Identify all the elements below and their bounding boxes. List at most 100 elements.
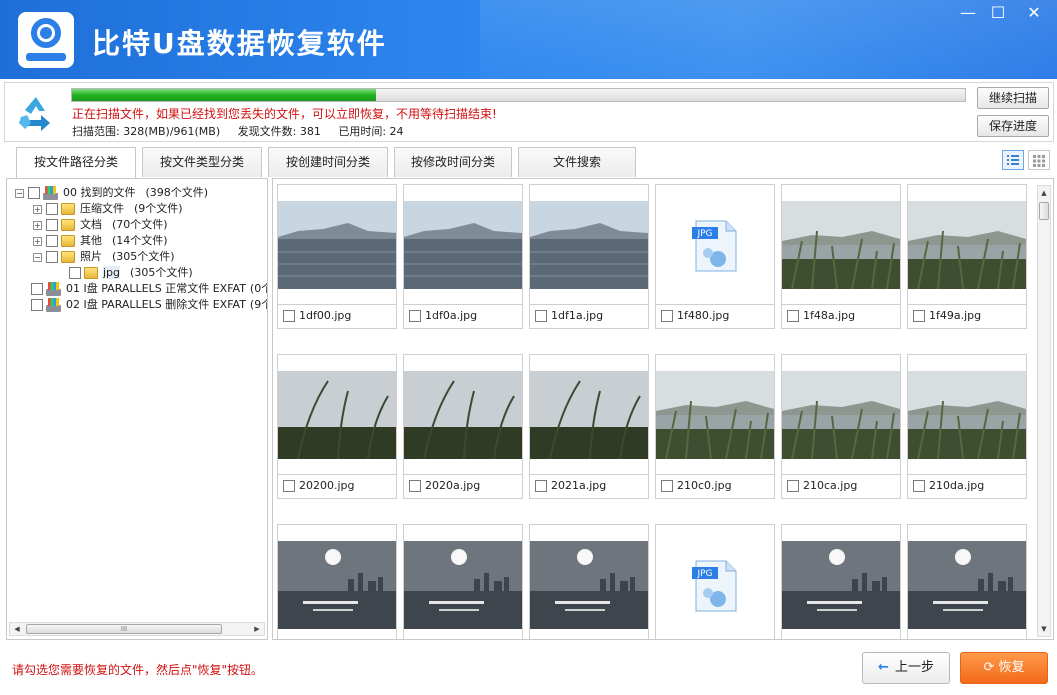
previous-step-button[interactable]: ← 上一步 (862, 652, 950, 684)
thumbnail-image (908, 541, 1026, 629)
thumbnail-caption: 210da.jpg (908, 474, 1026, 498)
tree-checkbox[interactable] (46, 203, 58, 215)
collapse-icon[interactable]: − (15, 188, 24, 198)
thumbnail-image (782, 201, 900, 289)
file-checkbox[interactable] (283, 480, 295, 492)
maximize-button[interactable]: ☐ (982, 2, 1014, 24)
list-view-button[interactable] (1002, 150, 1024, 170)
file-checkbox[interactable] (283, 310, 295, 322)
tree-checkbox[interactable] (31, 283, 43, 295)
jpg-badge: JPG (696, 569, 712, 579)
thumbnail-item[interactable]: 210da.jpg (907, 354, 1027, 499)
thumbnail-image (404, 371, 522, 459)
tree-node-found-files[interactable]: −00 找到的文件 (398个文件) (15, 185, 208, 201)
thumbnail-item[interactable]: 20200.jpg (277, 354, 397, 499)
tree-node-jpg[interactable]: jpg (305个文件) (69, 265, 193, 281)
thumbnail-image (530, 541, 648, 629)
thumbnail-item[interactable] (781, 524, 901, 639)
thumbnail-caption: 1df1a.jpg (530, 304, 648, 328)
tab-by-created[interactable]: 按创建时间分类 (268, 147, 388, 177)
thumbnail-image (404, 201, 522, 289)
thumbnail-view-button[interactable] (1028, 150, 1050, 170)
file-name: 210c0.jpg (677, 479, 732, 492)
thumbnail-item[interactable] (907, 524, 1027, 639)
thumbnail-image (278, 371, 396, 459)
collapse-icon[interactable]: − (33, 252, 42, 262)
continue-scan-button[interactable]: 继续扫描 (977, 87, 1049, 109)
close-button[interactable]: ✕ (1018, 2, 1050, 24)
thumbnail-image (656, 371, 774, 459)
tab-by-modified[interactable]: 按修改时间分类 (394, 147, 512, 177)
thumbnail-grid-panel: 1df00.jpg 1df0a.jpg 1df1a.jpg JPG 1f480.jpg 1… (272, 178, 1054, 640)
thumbnail-item[interactable]: JPG 1f480.jpg (655, 184, 775, 329)
tree-checkbox[interactable] (46, 251, 58, 263)
thumbnail-caption: 1df00.jpg (278, 304, 396, 328)
thumbnail-item[interactable]: 2021a.jpg (529, 354, 649, 499)
thumbnail-item[interactable]: 1df0a.jpg (403, 184, 523, 329)
thumbnail-caption: 1f48a.jpg (782, 304, 900, 328)
tree-node-documents[interactable]: + 文档 (70个文件) (33, 217, 168, 233)
thumbnail-item[interactable]: 1df1a.jpg (529, 184, 649, 329)
scroll-up-icon[interactable]: ▲ (1038, 186, 1050, 200)
file-name: 210da.jpg (929, 479, 985, 492)
tree-node-other[interactable]: + 其他 (14个文件) (33, 233, 168, 249)
thumbnail-item[interactable]: 1f48a.jpg (781, 184, 901, 329)
thumbnail-item[interactable]: 2020a.jpg (403, 354, 523, 499)
thumbnail-item[interactable]: 210c0.jpg (655, 354, 775, 499)
thumbnail-image (404, 541, 522, 629)
tree-node-archives[interactable]: + 压缩文件 (9个文件) (33, 201, 183, 217)
file-checkbox[interactable] (409, 480, 421, 492)
file-checkbox[interactable] (661, 480, 673, 492)
thumbnail-item[interactable]: 1f49a.jpg (907, 184, 1027, 329)
file-checkbox[interactable] (913, 480, 925, 492)
drive-icon (46, 298, 61, 312)
thumbnail-item[interactable]: 210ca.jpg (781, 354, 901, 499)
scroll-down-icon[interactable]: ▼ (1038, 622, 1050, 636)
tree-horizontal-scrollbar[interactable]: ◀ III ▶ (9, 622, 265, 636)
file-name: 20200.jpg (299, 479, 355, 492)
thumbnail-caption: 2021a.jpg (530, 474, 648, 498)
scroll-thumb[interactable]: III (26, 624, 222, 634)
tree-checkbox[interactable] (28, 187, 40, 199)
file-checkbox[interactable] (535, 310, 547, 322)
tree-checkbox[interactable] (31, 299, 43, 311)
scroll-thumb[interactable] (1039, 202, 1049, 220)
expand-icon[interactable]: + (33, 204, 42, 214)
tab-by-type[interactable]: 按文件类型分类 (142, 147, 262, 177)
folder-tree-panel: −00 找到的文件 (398个文件) + 压缩文件 (9个文件) + 文档 (70个文件)… (6, 178, 268, 640)
tree-node-deleted-files[interactable]: 02 I盘 PARALLELS 删除文件 EXFAT(9个 (31, 297, 267, 313)
file-checkbox[interactable] (787, 310, 799, 322)
thumbnail-item[interactable]: 1df00.jpg (277, 184, 397, 329)
thumbnail-item[interactable]: JPG (655, 524, 775, 639)
scan-progress-fill (72, 89, 376, 101)
scroll-left-icon[interactable]: ◀ (10, 623, 24, 635)
tab-by-path[interactable]: 按文件路径分类 (16, 147, 136, 178)
thumbnail-item[interactable] (529, 524, 649, 639)
tab-file-search[interactable]: 文件搜索 (518, 147, 636, 177)
scroll-right-icon[interactable]: ▶ (250, 623, 264, 635)
file-checkbox[interactable] (661, 310, 673, 322)
minimize-button[interactable]: — (952, 2, 984, 24)
restore-icon: ⟳ (983, 660, 995, 675)
expand-icon[interactable]: + (33, 236, 42, 246)
grid-vertical-scrollbar[interactable]: ▲ ▼ (1037, 185, 1051, 637)
file-checkbox[interactable] (535, 480, 547, 492)
tree-checkbox[interactable] (46, 235, 58, 247)
tree-node-normal-files[interactable]: 01 I盘 PARALLELS 正常文件 EXFAT(0个 (31, 281, 267, 297)
folder-icon (61, 219, 75, 231)
file-checkbox[interactable] (787, 480, 799, 492)
tree-checkbox[interactable] (69, 267, 81, 279)
save-progress-button[interactable]: 保存进度 (977, 115, 1049, 137)
expand-icon[interactable]: + (33, 220, 42, 230)
tree-node-photos[interactable]: − 照片 (305个文件) (33, 249, 175, 265)
file-name: 1f49a.jpg (929, 309, 982, 322)
thumbnail-item[interactable] (277, 524, 397, 639)
thumbnail-item[interactable] (403, 524, 523, 639)
file-checkbox[interactable] (913, 310, 925, 322)
folder-icon (84, 267, 98, 279)
restore-button[interactable]: ⟳ 恢复 (960, 652, 1048, 684)
file-checkbox[interactable] (409, 310, 421, 322)
file-name: 1df0a.jpg (425, 309, 478, 322)
thumbnail-caption: 1df0a.jpg (404, 304, 522, 328)
tree-checkbox[interactable] (46, 219, 58, 231)
